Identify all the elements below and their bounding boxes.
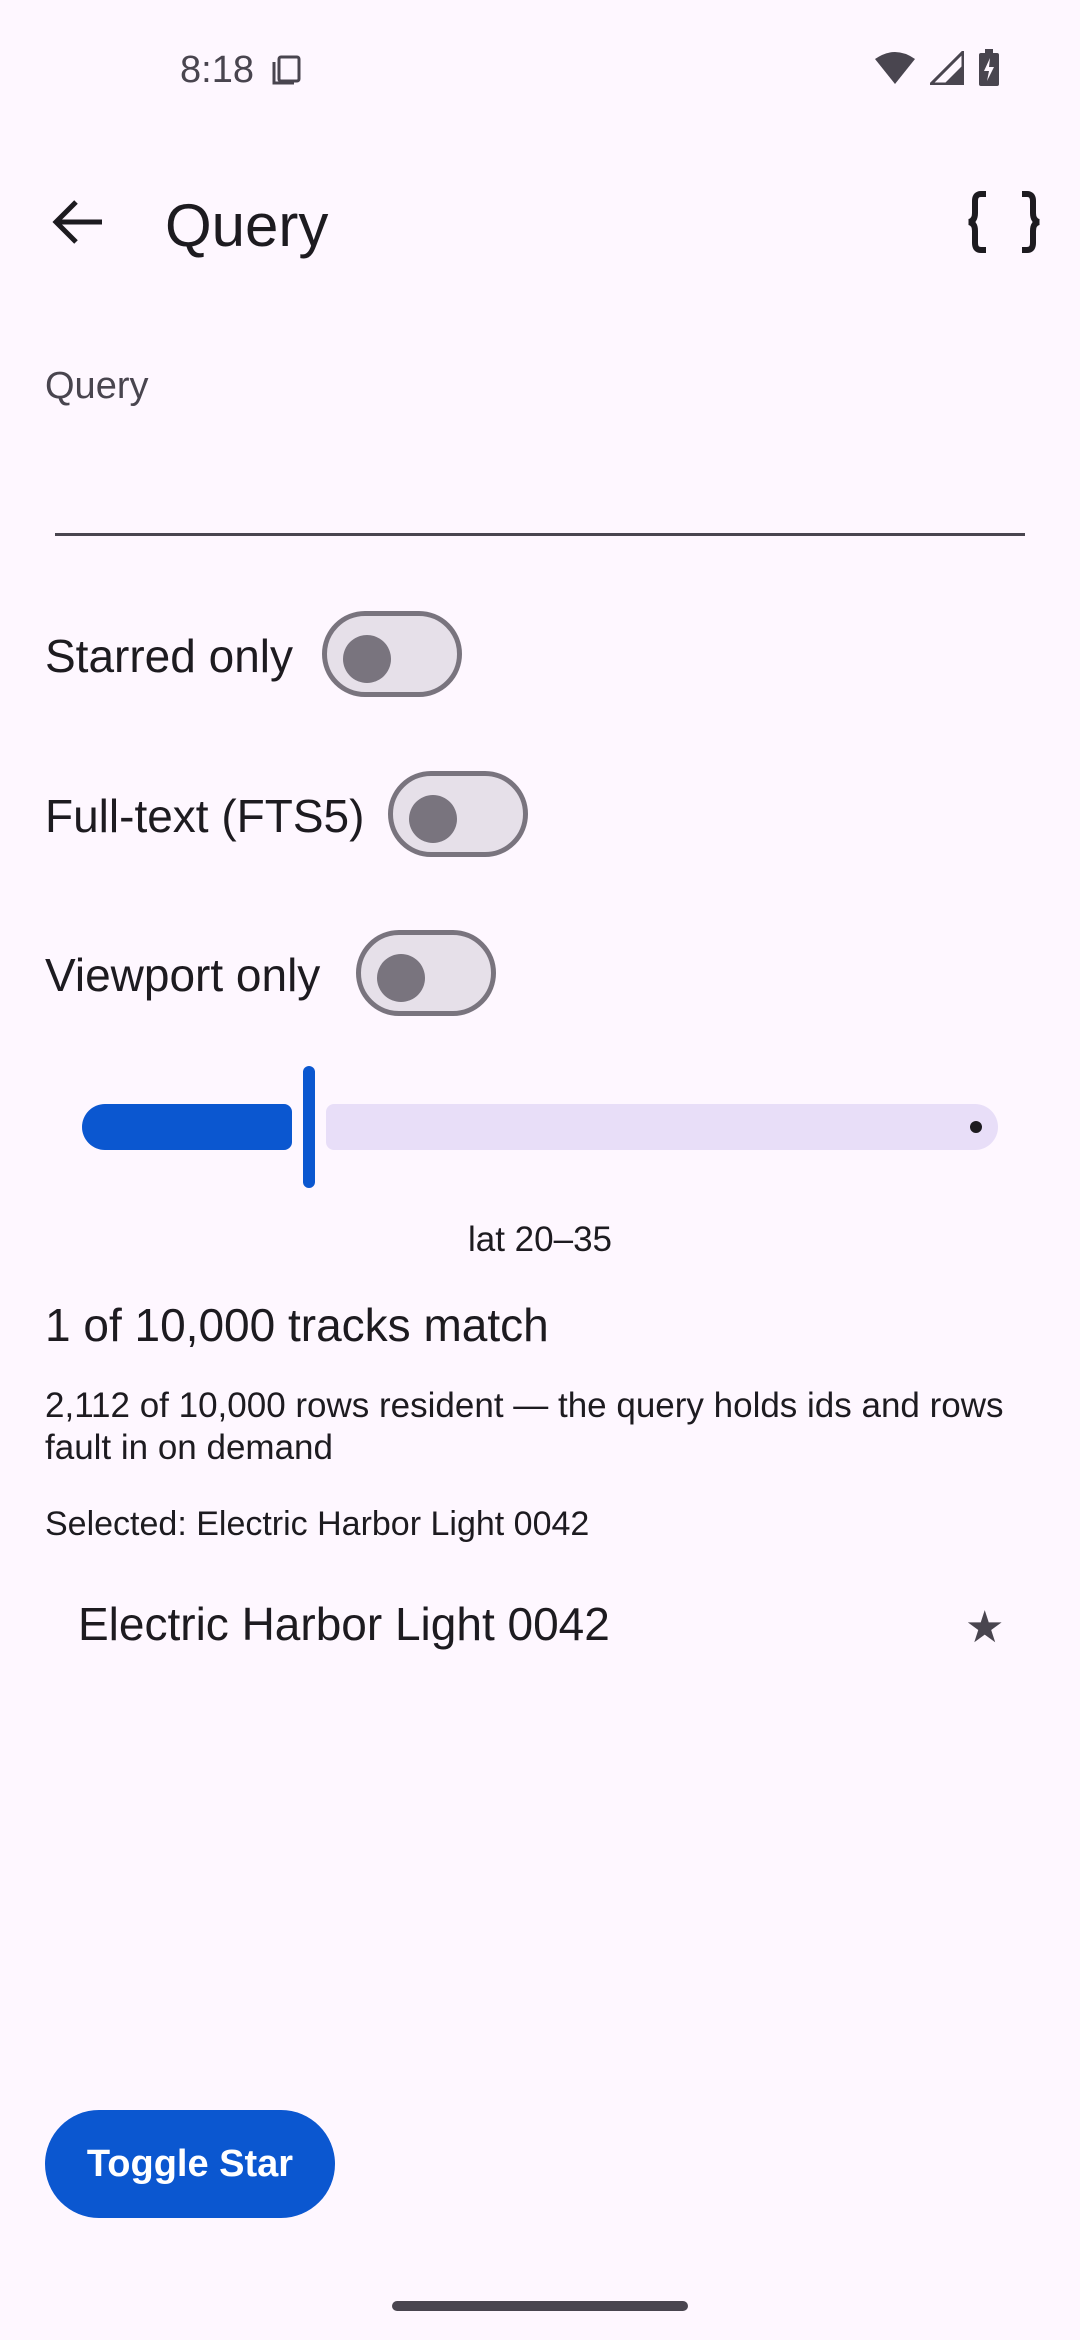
data-object-button[interactable]	[958, 184, 1050, 264]
track-title: Electric Harbor Light 0042	[78, 1598, 610, 1650]
toggle-star-button[interactable]: Toggle Star	[45, 2110, 335, 2218]
slider-inactive-track	[326, 1104, 998, 1150]
selected-track: Selected: Electric Harbor Light 0042	[45, 1505, 590, 1543]
back-button[interactable]	[42, 188, 114, 260]
data-object-braces-icon	[966, 190, 1042, 258]
page-title: Query	[165, 192, 329, 259]
slider-handle[interactable]	[303, 1066, 315, 1188]
list-item[interactable]: Electric Harbor Light 0042 ★	[45, 1570, 1035, 1680]
slider-stop-indicator	[970, 1121, 982, 1133]
switch-thumb	[409, 795, 457, 843]
query-field-label: Query	[45, 365, 149, 407]
full-text-fts5-switch[interactable]	[388, 771, 528, 857]
status-time: 8:18	[180, 49, 254, 91]
star-icon: ★	[965, 1603, 1005, 1652]
query-input[interactable]	[55, 420, 1025, 536]
document-icon	[270, 54, 302, 86]
battery-charging-icon	[978, 48, 1000, 92]
starred-only-switch[interactable]	[322, 611, 462, 697]
resident-info: 2,112 of 10,000 rows resident — the quer…	[45, 1386, 1004, 1467]
starred-only-label: Starred only	[45, 630, 294, 682]
wifi-icon	[874, 51, 916, 90]
home-indicator[interactable]	[392, 2301, 688, 2311]
slider-caption: lat 20–35	[467, 1220, 613, 1259]
match-summary: 1 of 10,000 tracks match	[45, 1299, 549, 1351]
slider-active-track	[82, 1104, 292, 1150]
viewport-only-switch[interactable]	[356, 930, 496, 1016]
cell-signal-icon	[927, 47, 965, 90]
switch-thumb	[343, 635, 391, 683]
status-icons	[874, 47, 1000, 92]
viewport-only-label: Viewport only	[45, 949, 321, 1001]
switch-thumb	[377, 954, 425, 1002]
full-text-fts5-label: Full-text (FTS5)	[45, 790, 365, 842]
arrow-back-icon	[52, 198, 104, 251]
